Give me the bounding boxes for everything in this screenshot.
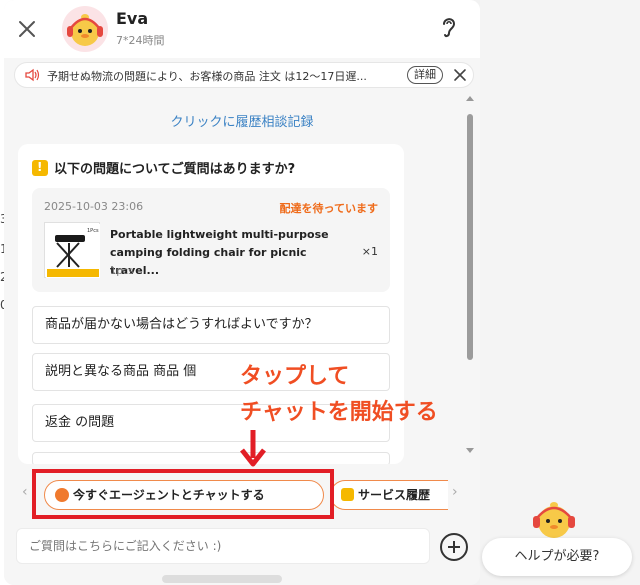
speaker-icon	[25, 68, 40, 82]
product-image: 1Pcs	[44, 222, 100, 278]
agent-avatar	[62, 6, 108, 52]
notice-text: 予期せぬ物流の問題により、お客様の商品 注文 は12〜17日遅...	[47, 70, 367, 83]
faq-heading: 以下の問題についてご質問はありますか?	[54, 162, 296, 177]
product-thumb-label: 1Pcs	[87, 228, 99, 234]
chevron-left-icon[interactable]: ‹	[22, 484, 28, 500]
history-icon	[341, 488, 354, 501]
service-history-button[interactable]: サービス履歴	[330, 480, 448, 510]
scroll-down-icon[interactable]	[466, 448, 474, 453]
agent-name: Eva	[116, 9, 149, 28]
scrollbar[interactable]	[464, 96, 476, 456]
close-icon[interactable]	[16, 18, 38, 40]
notice-detail-button[interactable]: 詳細	[407, 66, 443, 84]
arrow-down-icon	[240, 430, 266, 467]
product-pieces: 1pcs	[110, 266, 134, 277]
agent-hours: 7*24時間	[116, 34, 165, 47]
annotation-line2: チャットを開始する	[240, 400, 438, 425]
question-icon	[32, 160, 48, 176]
scroll-up-icon[interactable]	[466, 96, 474, 101]
chevron-right-icon[interactable]: ›	[452, 484, 458, 500]
plus-icon[interactable]	[440, 533, 468, 561]
ear-icon[interactable]	[438, 14, 460, 40]
bottom-handle	[162, 575, 282, 583]
order-card[interactable]: 2025-10-03 23:06 配達を待っています 1Pcs Portable…	[32, 188, 390, 292]
annotation-line1: タップして	[240, 364, 350, 389]
order-status: 配達を待っています	[279, 202, 378, 215]
message-input[interactable]	[16, 528, 430, 564]
notice-banner: 予期せぬ物流の問題により、お客様の商品 注文 は12〜17日遅... 詳細	[14, 62, 474, 88]
product-name: Portable lightweight multi-purpose campi…	[110, 228, 329, 277]
chat-header: Eva 7*24時間	[4, 0, 480, 58]
faq-question-button[interactable]: 商品が届かない場合はどうすればよいですか？	[32, 306, 390, 344]
order-date: 2025-10-03 23:06	[44, 200, 144, 213]
help-avatar[interactable]	[528, 492, 580, 544]
highlight-box	[32, 469, 334, 519]
history-link[interactable]: クリックに履歴相談記録	[4, 111, 480, 130]
scroll-thumb[interactable]	[467, 114, 473, 360]
close-icon[interactable]	[453, 68, 467, 82]
product-quantity: ×1	[361, 245, 378, 258]
help-button[interactable]: ヘルプが必要?	[482, 538, 632, 576]
service-history-label: サービス履歴	[358, 488, 431, 502]
